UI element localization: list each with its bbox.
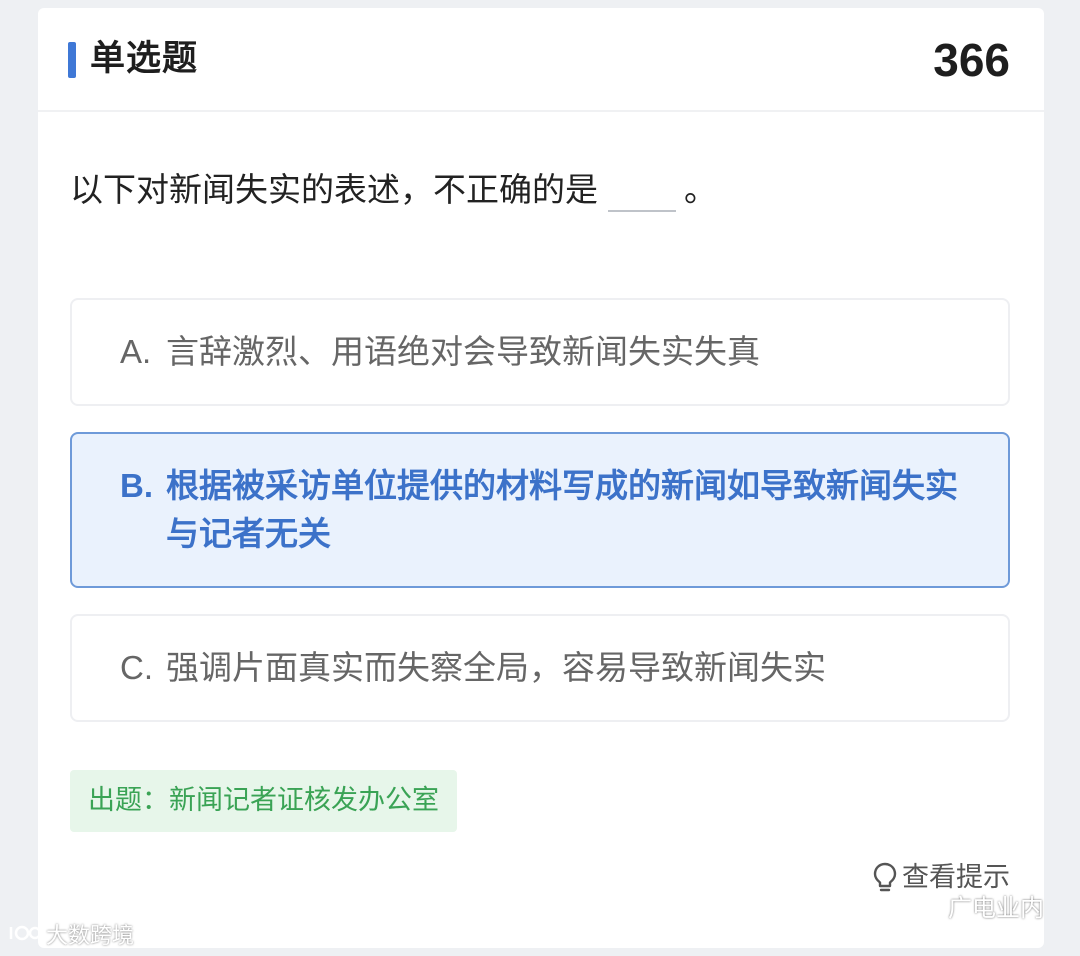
question-type-title: 单选题: [90, 39, 199, 79]
lightbulb-icon: [873, 862, 897, 892]
option-text: 强调片面真实而失察全局，容易导致新闻失实: [166, 648, 826, 687]
option-c[interactable]: C. 强调片面真实而失察全局，容易导致新闻失实: [70, 614, 1010, 722]
question-number: 366: [933, 34, 1010, 86]
watermark-right-text: 广电业内: [948, 894, 1044, 922]
question-header: 单选题 366: [38, 8, 1044, 112]
option-letter: C.: [120, 649, 153, 686]
watermark-left: 大数跨境: [8, 918, 134, 950]
option-b-selected[interactable]: B. 根据被采访单位提供的材料写成的新闻如导致新闻失实与记者无关: [70, 432, 1010, 588]
title-accent-bar: [68, 42, 76, 78]
watermark-left-text: 大数跨境: [46, 924, 135, 949]
watermark-logo-icon: [9, 925, 42, 941]
answer-blank: [608, 180, 676, 212]
question-end-punct: 。: [684, 170, 717, 209]
option-text: 根据被采访单位提供的材料写成的新闻如导致新闻失实与记者无关: [166, 466, 958, 553]
option-a[interactable]: A. 言辞激烈、用语绝对会导致新闻失实失真: [70, 298, 1010, 406]
question-text: 以下对新闻失实的表述，不正确的是 。: [70, 168, 717, 212]
question-stem: 以下对新闻失实的表述，不正确的是: [70, 170, 598, 209]
wechat-icon: [907, 893, 940, 917]
option-text: 言辞激烈、用语绝对会导致新闻失实失真: [166, 332, 760, 371]
option-letter: A.: [120, 333, 152, 370]
option-letter: B.: [120, 467, 153, 504]
source-tag: 出题：新闻记者证核发办公室: [70, 770, 457, 832]
question-card: 单选题 366 以下对新闻失实的表述，不正确的是 。 A. 言辞激烈、用语绝对会导…: [38, 8, 1044, 948]
watermark-right: 广电业内: [906, 888, 1044, 923]
